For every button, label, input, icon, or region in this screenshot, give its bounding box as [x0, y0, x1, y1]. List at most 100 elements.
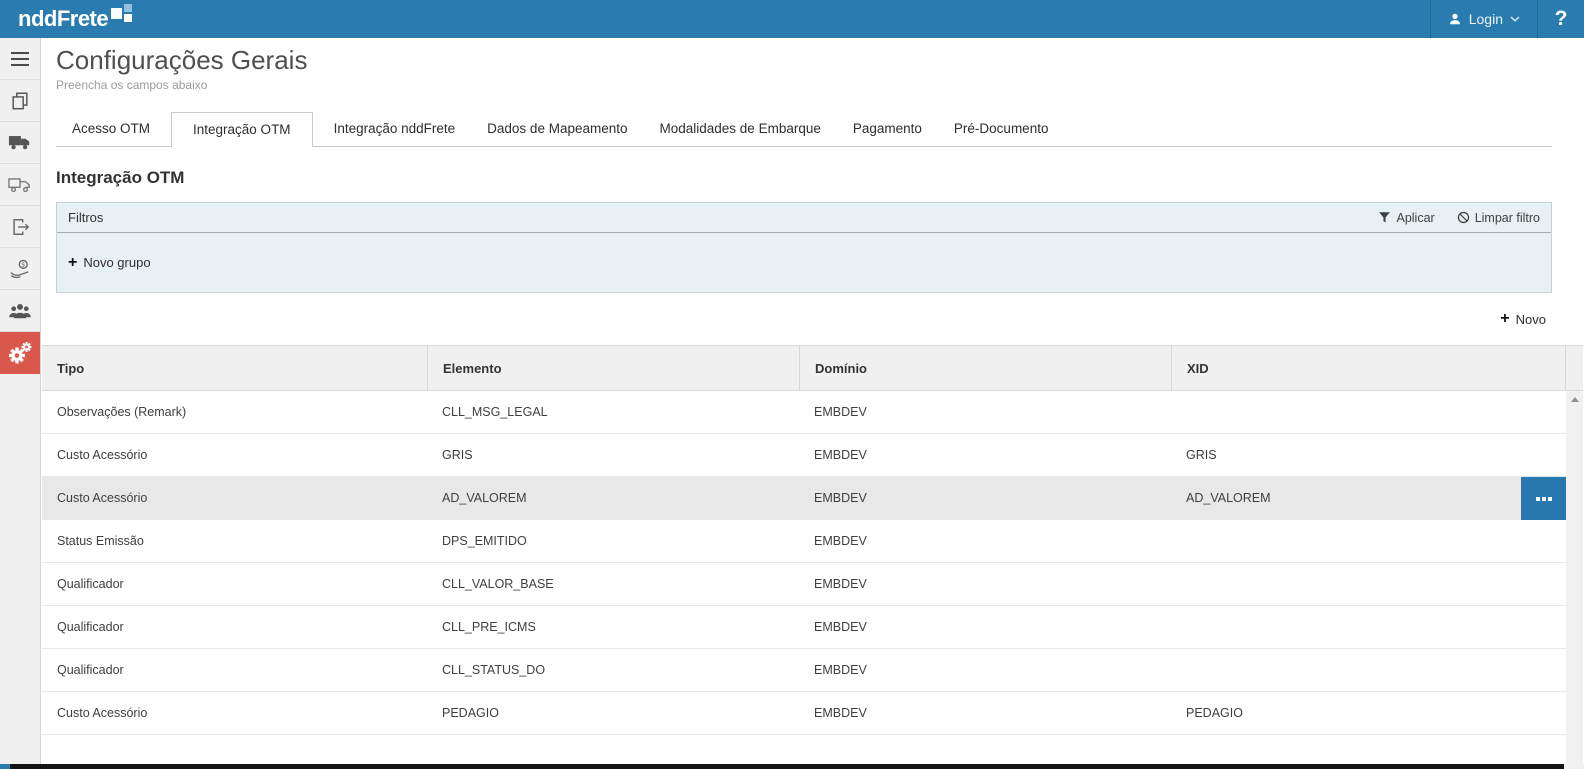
menu-icon: [11, 52, 29, 66]
ellipsis-icon: [1536, 497, 1540, 501]
table-row[interactable]: Status EmissãoDPS_EMITIDOEMBDEV: [42, 520, 1583, 563]
delivery-truck-icon: [8, 175, 32, 194]
table-cell: CLL_STATUS_DO: [427, 649, 799, 691]
tab-dados-de-mapeamento[interactable]: Dados de Mapeamento: [476, 112, 638, 146]
sidebar-item-truck[interactable]: [0, 122, 40, 164]
tab-modalidades-de-embarque[interactable]: Modalidades de Embarque: [649, 112, 832, 146]
question-icon: ?: [1555, 7, 1568, 31]
sidebar-item-settings[interactable]: [0, 332, 40, 374]
sidebar-item-payment[interactable]: $: [0, 248, 40, 290]
table-cell: Custo Acessório: [42, 692, 427, 734]
tab-integracao-otm[interactable]: Integração OTM: [171, 112, 313, 147]
table-cell: Qualificador: [42, 606, 427, 648]
users-group-icon: [9, 302, 31, 320]
table-cell: GRIS: [1171, 434, 1566, 476]
plus-icon: +: [1500, 311, 1509, 327]
sidebar-item-documents[interactable]: [0, 80, 40, 122]
chevron-down-icon: [1510, 16, 1520, 22]
app-window: nddFrete Login ?: [0, 0, 1584, 769]
table-cell: Status Emissão: [42, 520, 427, 562]
table-row[interactable]: QualificadorCLL_VALOR_BASEEMBDEV: [42, 563, 1583, 606]
table-cell: EMBDEV: [799, 692, 1171, 734]
table-row[interactable]: QualificadorCLL_STATUS_DOEMBDEV: [42, 649, 1583, 692]
table-cell: [1171, 391, 1566, 433]
table-cell: EMBDEV: [799, 391, 1171, 433]
table-cell: Custo Acessório: [42, 477, 427, 519]
settings-gears-icon: [7, 340, 33, 366]
plus-icon: +: [68, 255, 77, 271]
new-group-button[interactable]: + Novo grupo: [68, 255, 151, 271]
svg-text:$: $: [21, 260, 25, 268]
table-cell: [1171, 563, 1566, 605]
topbar-spacer: [134, 0, 1430, 38]
table-row[interactable]: QualificadorCLL_PRE_ICMSEMBDEV: [42, 606, 1583, 649]
table-cell: PEDAGIO: [1171, 692, 1566, 734]
section-title: Integração OTM: [56, 168, 1552, 190]
apply-filter-button[interactable]: Aplicar: [1378, 211, 1434, 225]
table-header-row: Tipo Elemento Domínio XID: [42, 346, 1583, 391]
user-icon: [1448, 12, 1462, 26]
clear-filter-label: Limpar filtro: [1475, 211, 1540, 225]
filters-panel: Filtros Aplicar Limpar filtro: [56, 202, 1552, 293]
page-subtitle: Preencha os campos abaixo: [56, 78, 1552, 94]
column-header-dominio: Domínio: [799, 346, 1171, 390]
tab-pre-documento[interactable]: Pré-Documento: [943, 112, 1060, 146]
left-sidebar: $: [0, 38, 41, 769]
table-row[interactable]: Custo AcessórioAD_VALOREMEMBDEVAD_VALORE…: [42, 477, 1583, 520]
table-cell: PEDAGIO: [427, 692, 799, 734]
truck-icon: [8, 133, 32, 152]
login-label: Login: [1469, 11, 1503, 27]
export-document-icon: [10, 217, 30, 237]
login-button[interactable]: Login: [1430, 0, 1538, 38]
clear-filter-button[interactable]: Limpar filtro: [1457, 211, 1540, 225]
tab-integracao-nddfrete[interactable]: Integração nddFrete: [323, 112, 467, 146]
apply-filter-label: Aplicar: [1396, 211, 1434, 225]
main-content: Configurações Gerais Preencha os campos …: [41, 38, 1584, 769]
sidebar-item-export[interactable]: [0, 206, 40, 248]
column-header-xid: XID: [1171, 346, 1566, 390]
tab-pagamento[interactable]: Pagamento: [842, 112, 933, 146]
column-header-elemento: Elemento: [427, 346, 799, 390]
filters-title: Filtros: [68, 210, 1356, 225]
row-actions-button[interactable]: [1521, 477, 1566, 520]
table-cell: GRIS: [427, 434, 799, 476]
table-cell: Observações (Remark): [42, 391, 427, 433]
table-cell: EMBDEV: [799, 477, 1171, 519]
payment-coin-hand-icon: $: [9, 258, 31, 279]
table-body: Observações (Remark)CLL_MSG_LEGALEMBDEVC…: [42, 391, 1583, 735]
new-button-label: Novo: [1516, 312, 1546, 327]
tab-acesso-otm[interactable]: Acesso OTM: [61, 112, 161, 146]
table-row[interactable]: Custo AcessórioGRISEMBDEVGRIS: [42, 434, 1583, 477]
table-cell: Qualificador: [42, 649, 427, 691]
table-row[interactable]: Observações (Remark)CLL_MSG_LEGALEMBDEV: [42, 391, 1583, 434]
ellipsis-icon: [1548, 497, 1552, 501]
table-row[interactable]: Custo AcessórioPEDAGIOEMBDEVPEDAGIO: [42, 692, 1583, 735]
funnel-icon: [1378, 211, 1391, 224]
table-cell: Qualificador: [42, 563, 427, 605]
logo-squares-icon: [110, 3, 134, 27]
vertical-scrollbar[interactable]: [1566, 391, 1583, 769]
table-cell: [1171, 606, 1566, 648]
table-cell: CLL_VALOR_BASE: [427, 563, 799, 605]
ndd-frete-logo: nddFrete: [0, 0, 134, 38]
table-cell: EMBDEV: [799, 606, 1171, 648]
tab-bar: Acesso OTM Integração OTM Integração ndd…: [56, 112, 1552, 147]
new-button[interactable]: + Novo: [1500, 311, 1546, 327]
sidebar-item-users[interactable]: [0, 290, 40, 332]
table-cell: [1171, 649, 1566, 691]
help-button[interactable]: ?: [1538, 0, 1584, 38]
table-toolbar: + Novo: [41, 293, 1584, 345]
sidebar-item-delivery[interactable]: [0, 164, 40, 206]
column-header-tipo: Tipo: [42, 346, 427, 390]
scroll-up-arrow-icon[interactable]: [1571, 397, 1579, 402]
documents-icon: [10, 91, 30, 111]
table-cell: EMBDEV: [799, 434, 1171, 476]
logo-text: nddFrete: [18, 6, 108, 32]
slash-circle-icon: [1457, 211, 1470, 224]
top-bar: nddFrete Login ?: [0, 0, 1584, 38]
new-group-label: Novo grupo: [83, 255, 150, 270]
table-cell: CLL_PRE_ICMS: [427, 606, 799, 648]
page-title: Configurações Gerais: [56, 42, 1552, 78]
data-table: Tipo Elemento Domínio XID Observações (R…: [42, 345, 1583, 769]
sidebar-item-menu[interactable]: [0, 38, 40, 80]
